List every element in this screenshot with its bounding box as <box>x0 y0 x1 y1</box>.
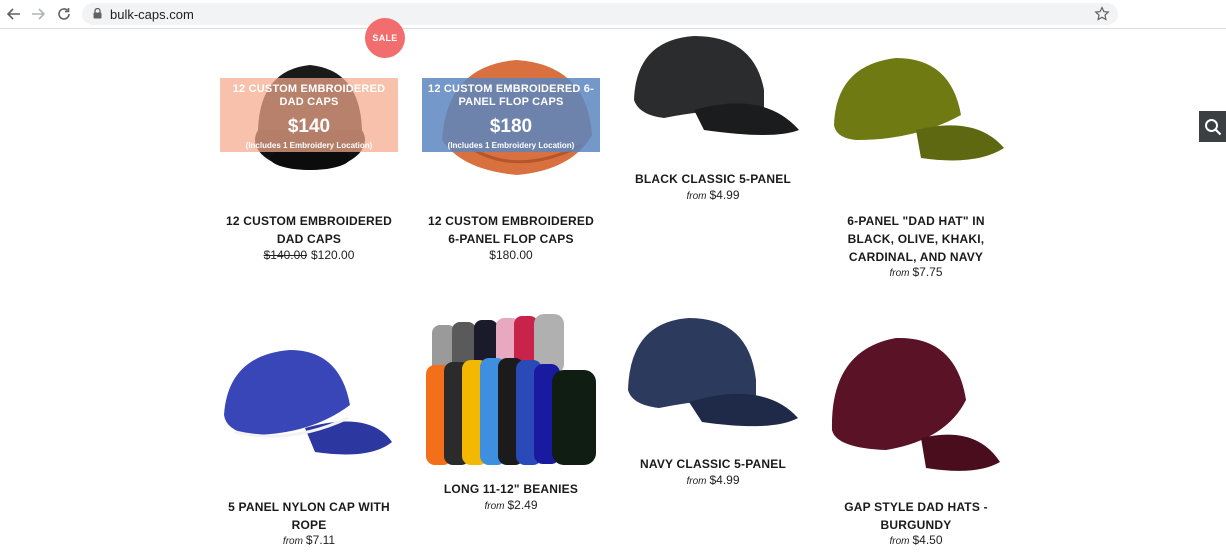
forward-button[interactable] <box>28 4 48 24</box>
reload-button[interactable] <box>54 4 74 24</box>
product-image-nylon-rope-cap[interactable] <box>220 310 398 470</box>
product-card[interactable]: 12 CUSTOM EMBROIDERED DAD CAPS $140 (Inc… <box>220 30 398 270</box>
promo-overlay: 12 CUSTOM EMBROIDERED 6-PANEL FLOP CAPS … <box>422 78 600 152</box>
product-image-beanies[interactable] <box>422 310 600 470</box>
star-icon[interactable] <box>1094 6 1110 22</box>
product-card[interactable]: GAP STYLE DAD HATS - BURGUNDY from $4.50 <box>826 310 1006 556</box>
product-price: from $4.99 <box>624 472 802 490</box>
from-label: from <box>282 536 303 547</box>
price-value: $4.99 <box>709 188 740 202</box>
product-title[interactable]: BLACK CLASSIC 5-PANEL <box>624 170 802 188</box>
product-card[interactable]: NAVY CLASSIC 5-PANEL from $4.99 <box>624 310 802 510</box>
sale-badge: SALE <box>365 18 405 58</box>
price-value: $7.11 <box>305 533 336 547</box>
reload-icon <box>58 8 70 20</box>
sale-price: $120.00 <box>311 248 355 262</box>
product-card[interactable]: 12 CUSTOM EMBROIDERED 6-PANEL FLOP CAPS … <box>422 30 600 270</box>
promo-note: (Includes 1 Embroidery Location) <box>447 141 575 150</box>
browser-toolbar: bulk-caps.com <box>0 0 1226 29</box>
product-image-olive-dad-hat[interactable] <box>826 30 1006 170</box>
product-price: from $7.75 <box>826 264 1006 282</box>
promo-price: $140 <box>287 116 331 137</box>
address-bar[interactable]: bulk-caps.com <box>82 3 1118 25</box>
price-value: $4.50 <box>912 533 943 547</box>
lock-icon <box>93 8 102 19</box>
product-card[interactable]: LONG 11-12" BEANIES from $2.49 <box>422 310 600 530</box>
product-price: $140.00 $120.00 <box>220 247 398 263</box>
product-price: from $4.50 <box>826 532 1006 550</box>
back-button[interactable] <box>4 4 24 24</box>
promo-title: 12 CUSTOM EMBROIDERED 6-PANEL FLOP CAPS <box>428 83 594 108</box>
from-label: from <box>484 501 505 512</box>
product-title[interactable]: GAP STYLE DAD HATS - BURGUNDY <box>826 498 1006 534</box>
product-price: from $7.11 <box>220 532 398 550</box>
product-image-burgundy-dad-hat[interactable] <box>826 310 1006 480</box>
from-label: from <box>889 536 910 547</box>
arrow-right-icon <box>32 8 45 20</box>
product-title[interactable]: 5 PANEL NYLON CAP WITH ROPE <box>220 498 398 534</box>
price-value: $4.99 <box>709 473 740 487</box>
url-text[interactable]: bulk-caps.com <box>110 7 194 22</box>
from-label: from <box>686 476 707 487</box>
product-title[interactable]: 12 CUSTOM EMBROIDERED DAD CAPS <box>220 212 398 248</box>
product-title[interactable]: 12 CUSTOM EMBROIDERED 6-PANEL FLOP CAPS <box>422 212 600 248</box>
product-title[interactable]: NAVY CLASSIC 5-PANEL <box>624 455 802 473</box>
promo-price: $180 <box>489 116 533 137</box>
promo-title: 12 CUSTOM EMBROIDERED DAD CAPS <box>232 83 386 108</box>
price-value: $2.49 <box>507 498 538 512</box>
product-image-black-5-panel[interactable] <box>624 30 802 145</box>
promo-overlay: 12 CUSTOM EMBROIDERED DAD CAPS $140 (Inc… <box>220 78 398 152</box>
product-price: from $4.99 <box>624 187 802 205</box>
product-card[interactable]: BLACK CLASSIC 5-PANEL from $4.99 <box>624 30 802 230</box>
search-button[interactable] <box>1199 111 1226 142</box>
product-card[interactable]: 6-PANEL "DAD HAT" IN BLACK, OLIVE, KHAKI… <box>826 30 1006 280</box>
product-card[interactable]: 5 PANEL NYLON CAP WITH ROPE from $7.11 <box>220 310 398 556</box>
promo-note: (Includes 1 Embroidery Location) <box>245 141 373 150</box>
product-image-navy-5-panel[interactable] <box>624 310 802 445</box>
product-price: from $2.49 <box>422 497 600 515</box>
search-icon <box>1204 118 1221 135</box>
from-label: from <box>686 191 707 202</box>
compare-price: $140.00 <box>263 248 307 262</box>
product-title[interactable]: LONG 11-12" BEANIES <box>422 480 600 498</box>
arrow-left-icon <box>7 8 20 20</box>
product-price: $180.00 <box>489 248 533 262</box>
from-label: from <box>889 268 910 279</box>
product-title[interactable]: 6-PANEL "DAD HAT" IN BLACK, OLIVE, KHAKI… <box>826 212 1006 266</box>
price-value: $7.75 <box>912 265 943 279</box>
